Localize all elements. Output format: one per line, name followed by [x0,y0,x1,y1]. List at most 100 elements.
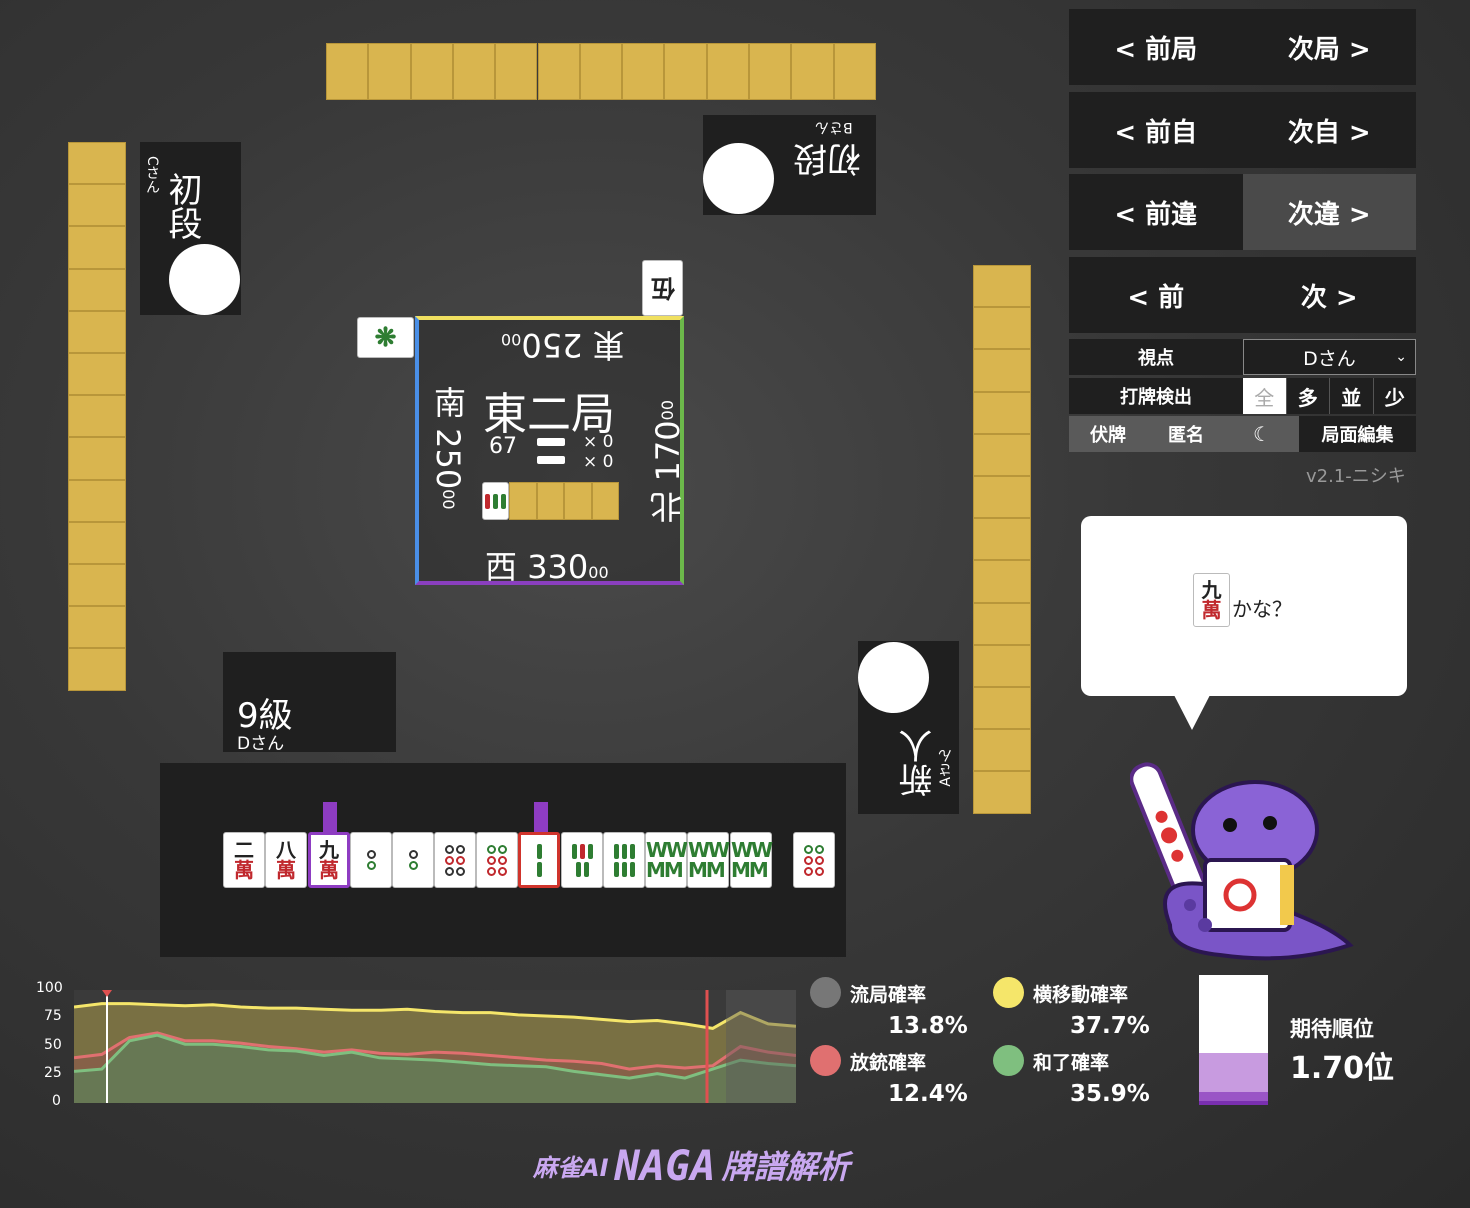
stat-lateral-value: 37.7% [1070,1013,1150,1039]
next-button[interactable]: 次 > [1243,257,1417,333]
anonymous-toggle[interactable]: 匿名 [1147,416,1225,452]
hint-marker [323,802,337,832]
next-self-button[interactable]: 次自 > [1243,92,1417,168]
prev-round-button[interactable]: < 前局 [1069,9,1243,85]
y-tick: 0 [52,1093,61,1109]
tile-back [68,142,126,185]
y-tick: 25 [44,1065,62,1081]
tile-back [973,687,1031,730]
top-player-panel: 初段 Bさん [703,115,876,215]
stat-exhaust-value: 13.8% [888,1013,968,1039]
hand-tile-5pin[interactable] [434,832,476,888]
diff-nav: < 前違 次違 > [1069,174,1416,250]
rank-segment [1199,1101,1268,1105]
detect-all-option[interactable]: 全 [1243,378,1286,414]
left-player-panel: 初段 Cさん [140,142,241,315]
tile-back [68,268,126,311]
prev-self-button[interactable]: < 前自 [1069,92,1243,168]
rank-segment [1199,975,1268,1053]
hand-tile-2sou[interactable] [518,832,560,888]
view-select[interactable]: Dさん ⌄ [1243,339,1416,375]
sou-icon [536,861,542,877]
top-player-pie [703,143,774,214]
hand-tile-8man[interactable]: 八萬 [265,832,307,888]
detect-few-option[interactable]: 少 [1372,378,1416,414]
stat-exhaust-label: 流局確率 [850,984,927,1006]
sou8-icon: WW MM [645,838,688,882]
edit-position-button[interactable]: 局面編集 [1299,416,1416,452]
view-label: 視点 [1069,339,1243,375]
tile-back [973,771,1031,814]
west-score: 西 33000 [485,548,609,586]
option-row: 伏牌 匿名 ☾ 局面編集 [1069,416,1416,452]
self-player-name: Dさん [237,734,285,754]
hand-tile-8sou[interactable]: WW MM [645,832,688,888]
pin-icon [804,844,824,876]
tile-back [973,307,1031,350]
right-player-name: Aさん [938,749,954,787]
hand-tile-5sou[interactable] [561,832,603,888]
hand-tile-6sou[interactable] [603,832,645,888]
tile-back [579,43,623,100]
hand-tile-2pin[interactable] [350,832,392,888]
stat-exhaust-dot [810,977,841,1008]
bubble-tile: 九萬 [1193,573,1230,627]
dora-indicator [482,482,509,520]
pin-icon [408,850,418,870]
tile-back [973,433,1031,476]
expected-rank-value: 1.70位 [1290,1051,1395,1086]
detect-normal-option[interactable]: 並 [1329,378,1373,414]
chart-y-ticks: 100 75 50 25 0 [30,980,66,1110]
next-round-button[interactable]: 次局 > [1243,9,1417,85]
prev-button[interactable]: < 前 [1069,257,1243,333]
chevron-down-icon: ⌄ [1395,349,1407,365]
tile-back [706,43,749,100]
tile-back [368,43,411,100]
left-player-rank: 初段 [162,172,202,240]
view-row: 視点 Dさん ⌄ [1069,339,1416,375]
tile-back [68,606,126,649]
hide-tiles-toggle[interactable]: 伏牌 [1069,416,1147,452]
sou-icon [613,843,635,859]
tile-back [495,43,538,100]
hand-tile-8sou[interactable]: WW MM [730,832,773,888]
tile-back [973,729,1031,772]
next-diff-button[interactable]: 次違 > [1242,174,1416,250]
left-player-name: Cさん [144,156,160,194]
drawn-tile-6pin[interactable] [793,832,835,888]
hand-tile-9man[interactable]: 九萬 [308,832,350,888]
top-player-rank: 初段 [793,138,861,178]
version-label: v2.1-ニシキ [1306,466,1406,487]
tile-back [68,564,126,607]
moon-icon[interactable]: ☾ [1225,416,1299,452]
tile-back [973,476,1031,519]
sou-icon [536,843,542,859]
expected-rank-label: 期待順位 [1290,1017,1374,1041]
stat-dealin-label: 放銃確率 [850,1052,927,1074]
tile-back [68,310,126,353]
tile-back [326,43,369,100]
top-opponent-hand [326,43,876,100]
stick-count: × 0 [583,452,614,472]
self-player-panel: 9級 Dさん [223,652,396,754]
sou-tile-icon [485,493,506,509]
pin-icon [366,850,376,870]
hand-tile-8sou[interactable]: WW MM [687,832,730,888]
pin-icon [487,844,507,876]
stick-icon [537,438,565,446]
hand-tile-6pin[interactable] [476,832,518,888]
footer-logo: 麻雀AI NAGA 牌譜解析 [533,1140,850,1190]
probability-chart[interactable] [74,990,796,1103]
hand-tile-2man[interactable]: 二萬 [223,832,265,888]
stick-count: × 0 [583,432,614,452]
prev-diff-button[interactable]: < 前違 [1069,174,1243,250]
step-nav: < 前 次 > [1069,257,1416,333]
hand-tile-2pin[interactable] [392,832,434,888]
left-player-pie [169,244,240,315]
naga-mascot-icon [1130,762,1354,961]
south-score: 南 25000 [429,386,467,510]
stat-win-value: 35.9% [1070,1081,1150,1107]
detect-many-option[interactable]: 多 [1285,378,1329,414]
tile-back [973,518,1031,561]
stat-dealin-value: 12.4% [888,1081,968,1107]
